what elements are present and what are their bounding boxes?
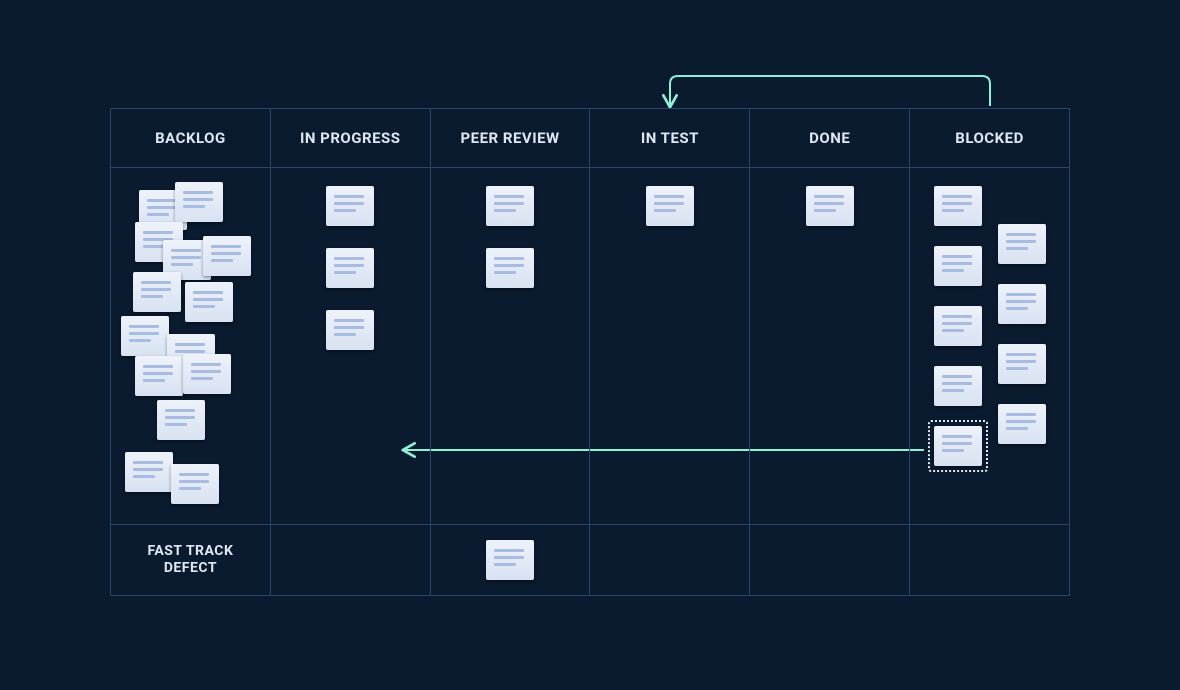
fast-track-peer-review[interactable] (431, 525, 591, 595)
task-card[interactable] (133, 272, 181, 312)
column-header-in-progress: IN PROGRESS (271, 109, 431, 167)
task-card[interactable] (934, 246, 982, 286)
task-card[interactable] (486, 186, 534, 226)
task-card[interactable] (646, 186, 694, 226)
column-header-label: PEER REVIEW (460, 129, 559, 147)
task-card[interactable] (934, 306, 982, 346)
task-card[interactable] (183, 354, 231, 394)
task-card[interactable] (326, 248, 374, 288)
column-backlog[interactable] (111, 168, 271, 524)
task-card[interactable] (934, 366, 982, 406)
task-card[interactable] (326, 186, 374, 226)
column-in-progress[interactable] (271, 168, 431, 524)
column-header-label: IN TEST (641, 129, 699, 147)
task-card[interactable] (157, 400, 205, 440)
task-card[interactable] (121, 316, 169, 356)
fast-track-done[interactable] (750, 525, 910, 595)
task-card[interactable] (486, 248, 534, 288)
kanban-board: BACKLOG IN PROGRESS PEER REVIEW IN TEST … (110, 108, 1070, 596)
column-header-blocked: BLOCKED (910, 109, 1069, 167)
flow-arrow-blocked-to-in-test (670, 76, 990, 106)
task-card[interactable] (171, 464, 219, 504)
task-card[interactable] (486, 540, 534, 580)
swimlane-fast-track: FAST TRACKDEFECT (111, 524, 1069, 595)
fast-track-blocked[interactable] (910, 525, 1069, 595)
column-header-label: IN PROGRESS (300, 129, 401, 147)
task-card[interactable] (185, 282, 233, 322)
column-header-row: BACKLOG IN PROGRESS PEER REVIEW IN TEST … (111, 109, 1069, 167)
task-card[interactable] (934, 426, 982, 466)
column-header-label: BLOCKED (955, 129, 1024, 147)
column-header-backlog: BACKLOG (111, 109, 271, 167)
task-card[interactable] (998, 344, 1046, 384)
task-card[interactable] (125, 452, 173, 492)
fast-track-label: FAST TRACKDEFECT (147, 543, 233, 578)
column-header-peer-review: PEER REVIEW (431, 109, 591, 167)
column-header-label: BACKLOG (155, 129, 226, 147)
task-card[interactable] (998, 284, 1046, 324)
column-peer-review[interactable] (431, 168, 591, 524)
task-card[interactable] (135, 356, 183, 396)
column-blocked[interactable] (910, 168, 1069, 524)
task-card[interactable] (998, 404, 1046, 444)
task-card[interactable] (175, 182, 223, 222)
task-card[interactable] (326, 310, 374, 350)
task-card[interactable] (203, 236, 251, 276)
column-header-label: DONE (809, 129, 850, 147)
column-header-in-test: IN TEST (590, 109, 750, 167)
task-card[interactable] (806, 186, 854, 226)
fast-track-in-progress[interactable] (271, 525, 431, 595)
column-header-done: DONE (750, 109, 910, 167)
fast-track-label-cell: FAST TRACKDEFECT (111, 525, 271, 595)
column-done[interactable] (750, 168, 910, 524)
task-card[interactable] (998, 224, 1046, 264)
column-in-test[interactable] (590, 168, 750, 524)
swimlane-default (111, 167, 1069, 524)
task-card[interactable] (934, 186, 982, 226)
fast-track-in-test[interactable] (590, 525, 750, 595)
